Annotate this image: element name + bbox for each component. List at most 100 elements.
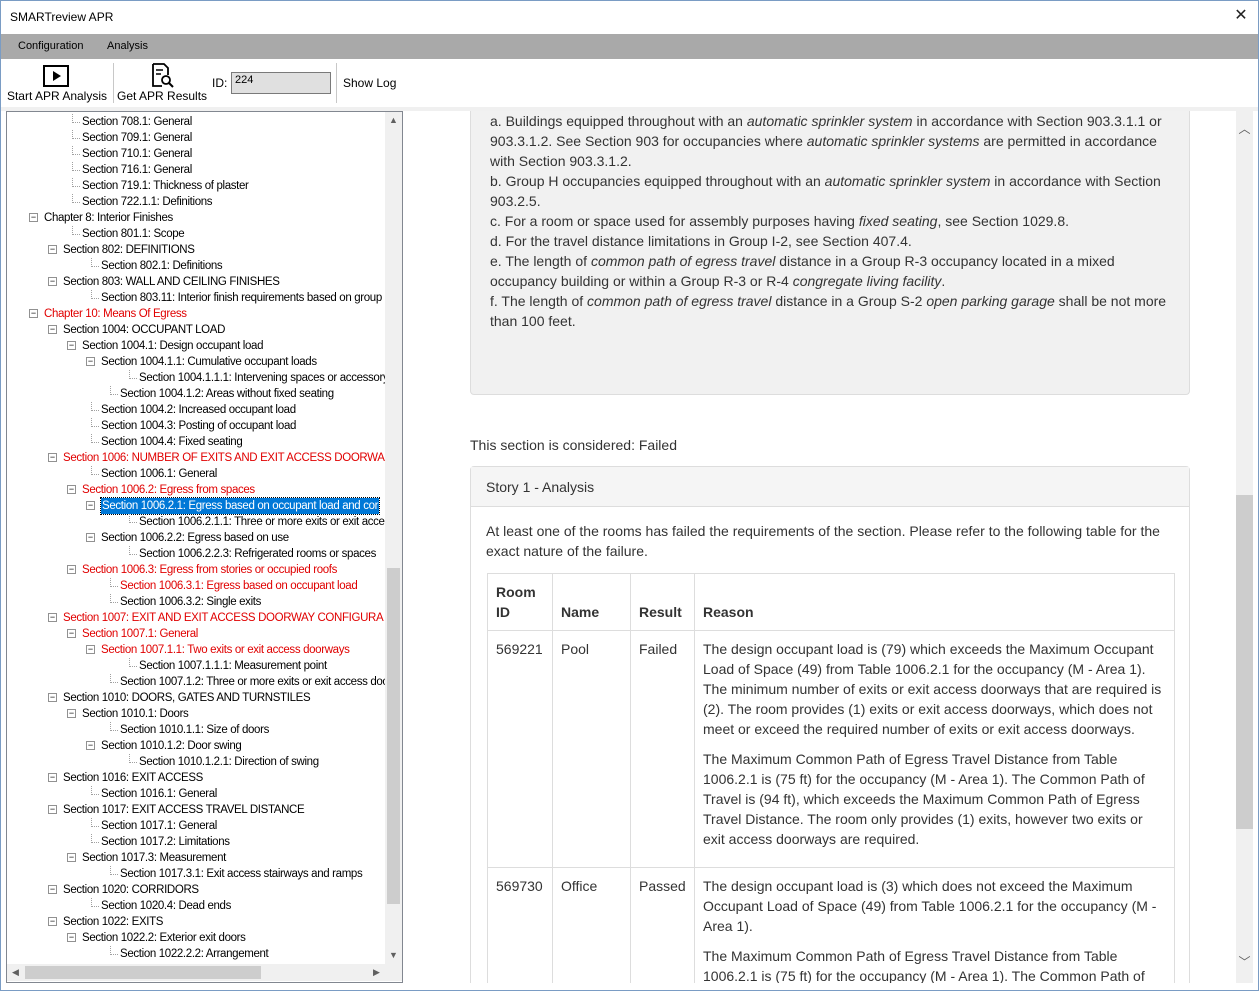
tree-collapse-toggle[interactable]: − bbox=[48, 325, 57, 334]
tree-node[interactable]: Section 1006.2.1: Egress based on occupa… bbox=[99, 497, 381, 515]
tree-node[interactable]: Section 1022: EXITS bbox=[63, 914, 163, 930]
show-log-button[interactable]: Show Log bbox=[343, 76, 396, 90]
tree-node[interactable]: Section 1020: CORRIDORS bbox=[63, 882, 199, 898]
tree-node[interactable]: Section 1022.2: Exterior exit doors bbox=[82, 930, 246, 946]
menu-analysis[interactable]: Analysis bbox=[107, 40, 148, 52]
tree-node[interactable]: Section 803: WALL AND CEILING FINISHES bbox=[63, 274, 280, 290]
tree-vertical-scrollbar[interactable]: ▲ ▼ bbox=[385, 112, 402, 964]
tree-collapse-toggle[interactable]: − bbox=[67, 341, 76, 350]
tree-node[interactable]: Section 1004.1.2: Areas without fixed se… bbox=[120, 386, 334, 402]
tree-collapse-toggle[interactable]: − bbox=[48, 245, 57, 254]
tree-node[interactable]: Section 1022.2.2: Arrangement bbox=[120, 946, 269, 962]
tree-node[interactable]: Section 1004.2: Increased occupant load bbox=[101, 402, 296, 418]
exception-text: e. The length of bbox=[490, 253, 591, 269]
tree-collapse-toggle[interactable]: − bbox=[67, 853, 76, 862]
tree-collapse-toggle[interactable]: − bbox=[86, 741, 95, 750]
tree-node[interactable]: Section 1017.1: General bbox=[101, 818, 217, 834]
tree-node[interactable]: Section 1017: EXIT ACCESS TRAVEL DISTANC… bbox=[63, 802, 305, 818]
tree-collapse-toggle[interactable]: − bbox=[67, 565, 76, 574]
tree-collapse-toggle[interactable]: − bbox=[48, 613, 57, 622]
section-tree[interactable]: Section 708.1: General Section 709.1: Gen… bbox=[6, 111, 403, 983]
tree-scroll-thumb[interactable] bbox=[387, 568, 400, 904]
tree-collapse-toggle[interactable]: − bbox=[67, 933, 76, 942]
tree-node[interactable]: Section 1007.1: General bbox=[82, 626, 198, 642]
tree-node[interactable]: Chapter 8: Interior Finishes bbox=[44, 210, 173, 226]
tree-node[interactable]: Section 1006.3.2: Single exits bbox=[120, 594, 261, 610]
tree-node[interactable]: Section 1006.2: Egress from spaces bbox=[82, 482, 255, 498]
id-field[interactable]: 224 bbox=[231, 72, 331, 94]
tree-collapse-toggle[interactable]: − bbox=[67, 485, 76, 494]
tree-node[interactable]: Section 1004.3: Posting of occupant load bbox=[101, 418, 296, 434]
tree-node[interactable]: Section 802.1: Definitions bbox=[101, 258, 223, 274]
tree-collapse-toggle[interactable]: − bbox=[48, 693, 57, 702]
scroll-up-icon[interactable]: ︿ bbox=[1236, 121, 1253, 138]
tree-node[interactable]: Section 719.1: Thickness of plaster bbox=[82, 178, 249, 194]
scroll-up-icon[interactable]: ▲ bbox=[385, 112, 402, 129]
tree-node[interactable]: Section 716.1: General bbox=[82, 162, 192, 178]
tree-node[interactable]: Section 1006.3.1: Egress based on occupa… bbox=[120, 578, 358, 594]
tree-node[interactable]: Section 1004.1.1: Cumulative occupant lo… bbox=[101, 354, 317, 370]
tree-node[interactable]: Section 1010: DOORS, GATES AND TURNSTILE… bbox=[63, 690, 311, 706]
content-vertical-scrollbar[interactable]: ︿ ﹀ bbox=[1236, 111, 1253, 983]
tree-node[interactable]: Section 1006.2.1.1: Three or more exits … bbox=[139, 514, 385, 530]
tree-collapse-toggle[interactable]: − bbox=[48, 453, 57, 462]
tree-node[interactable]: Section 1006.2.2.3: Refrigerated rooms o… bbox=[139, 546, 376, 562]
tree-collapse-toggle[interactable]: − bbox=[48, 885, 57, 894]
tree-node[interactable]: Section 1004: OCCUPANT LOAD bbox=[63, 322, 225, 338]
tree-collapse-toggle[interactable]: − bbox=[48, 773, 57, 782]
content-scroll-thumb[interactable] bbox=[1236, 495, 1253, 829]
cell-name: Pool bbox=[552, 630, 631, 868]
tree-node[interactable]: Section 709.1: General bbox=[82, 130, 192, 146]
tree-collapse-toggle[interactable]: − bbox=[67, 709, 76, 718]
tree-node[interactable]: Section 1010.1.1: Size of doors bbox=[120, 722, 269, 738]
tree-node[interactable]: Section 1007.1.1.1: Measurement point bbox=[139, 658, 327, 674]
close-icon[interactable]: ✕ bbox=[1226, 3, 1256, 29]
tree-collapse-toggle[interactable]: − bbox=[29, 213, 38, 222]
tree-node[interactable]: Section 1006.2.2: Egress based on use bbox=[101, 530, 289, 546]
tree-horizontal-scrollbar[interactable]: ◀ ▶ bbox=[7, 964, 385, 981]
tree-node[interactable]: Section 1006.3: Egress from stories or o… bbox=[82, 562, 337, 578]
tree-node[interactable]: Section 722.1.1: Definitions bbox=[82, 194, 213, 210]
tree-node[interactable]: Section 801.1: Scope bbox=[82, 226, 185, 242]
scroll-left-icon[interactable]: ◀ bbox=[7, 964, 24, 981]
tree-node[interactable]: Section 803.11: Interior finish requirem… bbox=[101, 290, 382, 306]
tree-node[interactable]: Section 1017.3: Measurement bbox=[82, 850, 226, 866]
menu-configuration[interactable]: Configuration bbox=[18, 40, 83, 52]
tree-hscroll-thumb[interactable] bbox=[25, 966, 261, 979]
tree-node[interactable]: Section 1007: EXIT AND EXIT ACCESS DOORW… bbox=[63, 610, 384, 626]
tree-collapse-toggle[interactable]: − bbox=[86, 645, 95, 654]
tree-collapse-toggle[interactable]: − bbox=[48, 917, 57, 926]
tree-node[interactable]: Section 1004.4: Fixed seating bbox=[101, 434, 243, 450]
tree-collapse-toggle[interactable]: − bbox=[86, 533, 95, 542]
tree-node[interactable]: Section 1017.2: Limitations bbox=[101, 834, 230, 850]
tree-collapse-toggle[interactable]: − bbox=[67, 629, 76, 638]
tree-collapse-toggle[interactable]: − bbox=[48, 277, 57, 286]
tree-node[interactable]: Section 1016: EXIT ACCESS bbox=[63, 770, 203, 786]
tree-node[interactable]: Section 1007.1.1: Two exits or exit acce… bbox=[101, 642, 350, 658]
tree-node[interactable]: Section 708.1: General bbox=[82, 114, 192, 130]
scroll-down-icon[interactable]: ﹀ bbox=[1236, 954, 1253, 971]
tree-collapse-toggle[interactable]: − bbox=[29, 309, 38, 318]
tree-node[interactable]: Section 1004.1: Design occupant load bbox=[82, 338, 263, 354]
tree-node[interactable]: Section 1020.4: Dead ends bbox=[101, 898, 231, 914]
scroll-right-icon[interactable]: ▶ bbox=[368, 964, 385, 981]
tree-node[interactable]: Section 1010.1: Doors bbox=[82, 706, 189, 722]
scroll-down-icon[interactable]: ▼ bbox=[385, 947, 402, 964]
tree-collapse-toggle[interactable]: − bbox=[86, 501, 95, 510]
start-apr-analysis-button[interactable]: Start APR Analysis bbox=[5, 59, 109, 107]
tree-connector bbox=[72, 114, 73, 123]
tree-node[interactable]: Chapter 10: Means Of Egress bbox=[44, 306, 187, 322]
tree-collapse-toggle[interactable]: − bbox=[48, 805, 57, 814]
tree-node[interactable]: Section 1006: NUMBER OF EXITS AND EXIT A… bbox=[63, 450, 385, 466]
tree-node[interactable]: Section 1007.1.2: Three or more exits or… bbox=[120, 674, 385, 690]
tree-node[interactable]: Section 1010.1.2: Door swing bbox=[101, 738, 242, 754]
tree-node[interactable]: Section 1006.1: General bbox=[101, 466, 217, 482]
tree-node[interactable]: Section 1004.1.1.1: Intervening spaces o… bbox=[139, 370, 385, 386]
get-apr-results-button[interactable]: Get APR Results bbox=[117, 59, 207, 107]
tree-node[interactable]: Section 1017.3.1: Exit access stairways … bbox=[120, 866, 363, 882]
tree-collapse-toggle[interactable]: − bbox=[86, 357, 95, 366]
tree-node[interactable]: Section 802: DEFINITIONS bbox=[63, 242, 195, 258]
tree-node[interactable]: Section 1010.1.2.1: Direction of swing bbox=[139, 754, 319, 770]
tree-node[interactable]: Section 710.1: General bbox=[82, 146, 192, 162]
tree-node[interactable]: Section 1016.1: General bbox=[101, 786, 217, 802]
